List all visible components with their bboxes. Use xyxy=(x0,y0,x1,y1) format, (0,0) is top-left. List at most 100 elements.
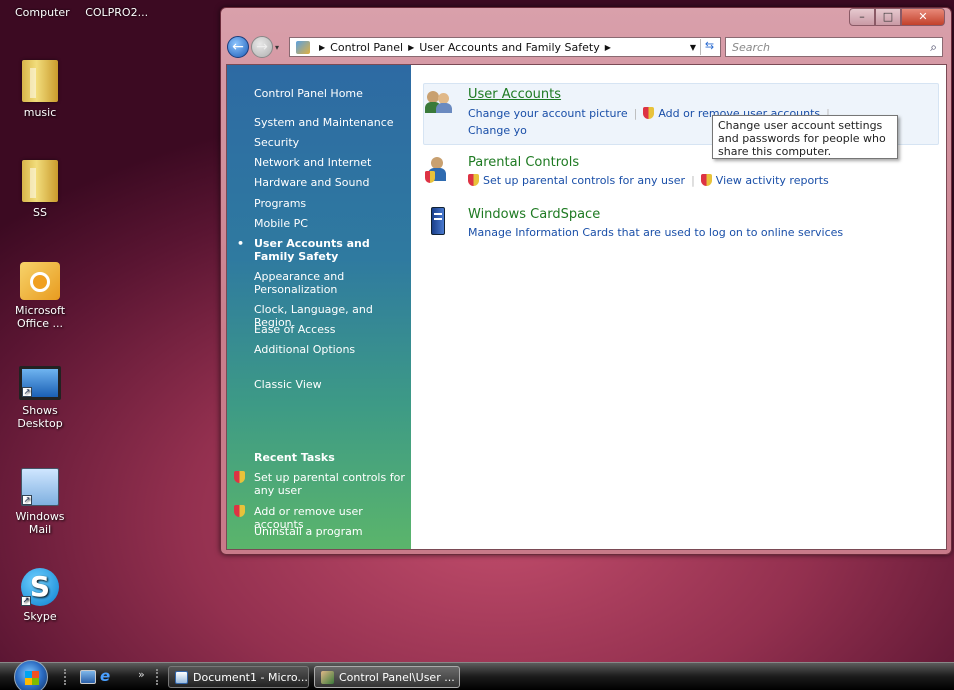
selected-bullet-icon: • xyxy=(237,237,245,250)
window-content: Control Panel Home System and Maintenanc… xyxy=(226,64,947,550)
taskbar-button-word[interactable]: Document1 - Micro... xyxy=(168,666,309,688)
recent-pages-dropdown-icon[interactable]: ▾ xyxy=(275,43,279,52)
taskbar-grip xyxy=(64,669,68,685)
taskbar: e » Document1 - Micro... Control Panel\U… xyxy=(0,660,954,690)
taskbar-button-label: Control Panel\User ... xyxy=(339,671,455,684)
cardspace-icon[interactable] xyxy=(425,207,453,235)
user-accounts-icon xyxy=(321,671,334,684)
desktop-icon-label: SS xyxy=(33,206,47,219)
control-panel-window: – □ ✕ ← → ▾ ▶ Control Panel ▶ User Accou… xyxy=(220,7,952,555)
sidebar: Control Panel Home System and Maintenanc… xyxy=(227,65,411,549)
parental-controls-link[interactable]: Parental Controls xyxy=(468,155,579,170)
search-placeholder: Search xyxy=(732,41,771,54)
close-button[interactable]: ✕ xyxy=(901,8,945,26)
recent-task-label: Set up parental controls for any user xyxy=(254,471,405,497)
taskbar-button-label: Document1 - Micro... xyxy=(193,671,308,684)
recent-task-parental-controls[interactable]: Set up parental controls for any user xyxy=(234,471,406,497)
show-desktop-icon[interactable] xyxy=(80,670,96,684)
shortcut-arrow-icon: ↗ xyxy=(22,387,32,397)
minimize-button[interactable]: – xyxy=(849,8,875,26)
internet-explorer-icon[interactable]: e xyxy=(100,669,116,684)
breadcrumb-control-panel[interactable]: Control Panel xyxy=(330,41,403,54)
windows-cardspace-link[interactable]: Windows CardSpace xyxy=(468,207,600,222)
uac-shield-icon xyxy=(234,471,245,483)
colpro-label[interactable]: COLPRO2... xyxy=(85,6,148,19)
uac-shield-icon xyxy=(700,174,712,186)
control-panel-icon xyxy=(296,40,310,54)
monitor-icon: ↗ xyxy=(19,366,61,400)
sidebar-item-user-accounts[interactable]: • User Accounts and Family Safety xyxy=(237,237,406,263)
skype-icon: S ↗ xyxy=(21,568,59,606)
forward-arrow-icon: → xyxy=(256,39,268,55)
quicklaunch-overflow-icon[interactable]: » xyxy=(138,668,145,681)
uac-shield-icon xyxy=(643,107,655,119)
sidebar-item-hardware-sound[interactable]: Hardware and Sound xyxy=(254,176,406,189)
recent-task-uninstall[interactable]: Uninstall a program xyxy=(254,525,406,538)
sidebar-item-control-panel-home[interactable]: Control Panel Home xyxy=(254,87,406,100)
sidebar-item-network[interactable]: Network and Internet xyxy=(254,156,406,169)
sidebar-item-system-maintenance[interactable]: System and Maintenance xyxy=(254,116,406,129)
taskbar-grip xyxy=(156,669,160,685)
main-panel: User Accounts Change your account pictur… xyxy=(411,65,946,549)
setup-parental-controls-link[interactable]: Set up parental controls for any user xyxy=(483,174,685,187)
parental-controls-links: Set up parental controls for any user | Vi… xyxy=(468,174,829,187)
outlook-icon xyxy=(20,262,60,300)
desktop-icon-windows-mail[interactable]: ↗ Windows Mail xyxy=(0,468,80,536)
windows-logo-icon xyxy=(25,671,39,685)
desktop-icon-label: Shows Desktop xyxy=(17,404,63,430)
uac-shield-icon xyxy=(234,505,245,517)
refresh-icon[interactable]: ⇆ xyxy=(700,39,718,55)
word-document-icon xyxy=(175,671,188,684)
link-divider: | xyxy=(633,107,638,120)
desktop-icon-skype[interactable]: S ↗ Skype xyxy=(0,568,80,623)
desktop-icon-label: Skype xyxy=(23,610,57,623)
shortcut-arrow-icon: ↗ xyxy=(22,495,32,505)
maximize-button[interactable]: □ xyxy=(875,8,901,26)
change-account-link[interactable]: Change yo xyxy=(468,124,527,137)
address-bar[interactable]: ▶ Control Panel ▶ User Accounts and Fami… xyxy=(289,37,721,57)
mail-icon: ↗ xyxy=(21,468,59,506)
breadcrumb-separator-icon: ▶ xyxy=(604,42,611,52)
view-activity-reports-link[interactable]: View activity reports xyxy=(716,174,829,187)
forward-button[interactable]: → xyxy=(251,36,273,58)
link-divider: | xyxy=(691,174,695,187)
breadcrumb-user-accounts[interactable]: User Accounts and Family Safety xyxy=(419,41,599,54)
user-accounts-link[interactable]: User Accounts xyxy=(468,87,561,102)
navigation-bar: ← → ▾ ▶ Control Panel ▶ User Accounts an… xyxy=(225,36,947,58)
sidebar-item-label: User Accounts and Family Safety xyxy=(254,237,370,263)
desktop-icon-outlook[interactable]: Microsoft Office ... xyxy=(0,262,80,330)
folder-icon xyxy=(22,160,58,202)
manage-information-cards-link[interactable]: Manage Information Cards that are used t… xyxy=(468,226,843,239)
user-accounts-links-row2: Change yo xyxy=(468,124,527,137)
breadcrumb-separator-icon: ▶ xyxy=(408,42,415,52)
parental-controls-icon[interactable] xyxy=(425,155,453,183)
sidebar-item-security[interactable]: Security xyxy=(254,136,406,149)
taskbar-button-control-panel[interactable]: Control Panel\User ... xyxy=(314,666,460,688)
breadcrumb-separator-icon: ▶ xyxy=(319,42,326,52)
desktop-icon-music[interactable]: music xyxy=(0,60,80,119)
start-button[interactable] xyxy=(14,660,48,690)
desktop-icon-ss[interactable]: SS xyxy=(0,160,80,219)
search-icon[interactable]: ⌕ xyxy=(930,40,937,55)
sidebar-item-appearance[interactable]: Appearance and Personalization xyxy=(254,270,406,296)
recent-tasks-heading: Recent Tasks xyxy=(254,451,335,464)
desktop-top-labels: Computer COLPRO2... xyxy=(0,0,220,22)
back-button[interactable]: ← xyxy=(227,36,249,58)
computer-label[interactable]: Computer xyxy=(15,6,70,19)
cardspace-links: Manage Information Cards that are used t… xyxy=(468,226,843,239)
window-controls: – □ ✕ xyxy=(849,8,945,26)
sidebar-item-additional-options[interactable]: Additional Options xyxy=(254,343,406,356)
desktop-icon-shows-desktop[interactable]: ↗ Shows Desktop xyxy=(0,366,80,430)
folder-icon xyxy=(22,60,58,102)
desktop-icon-label: Windows Mail xyxy=(15,510,65,536)
desktop-icon-label: music xyxy=(23,106,57,119)
user-accounts-icon[interactable] xyxy=(425,87,453,115)
sidebar-item-ease-of-access[interactable]: Ease of Access xyxy=(254,323,406,336)
search-input[interactable]: Search ⌕ xyxy=(725,37,943,57)
desktop-icon-label: Microsoft Office ... xyxy=(14,304,66,330)
sidebar-item-mobile-pc[interactable]: Mobile PC xyxy=(254,217,406,230)
sidebar-item-classic-view[interactable]: Classic View xyxy=(254,378,406,391)
sidebar-item-programs[interactable]: Programs xyxy=(254,197,406,210)
change-account-picture-link[interactable]: Change your account picture xyxy=(468,107,628,120)
address-dropdown-icon[interactable]: ▼ xyxy=(690,43,696,52)
